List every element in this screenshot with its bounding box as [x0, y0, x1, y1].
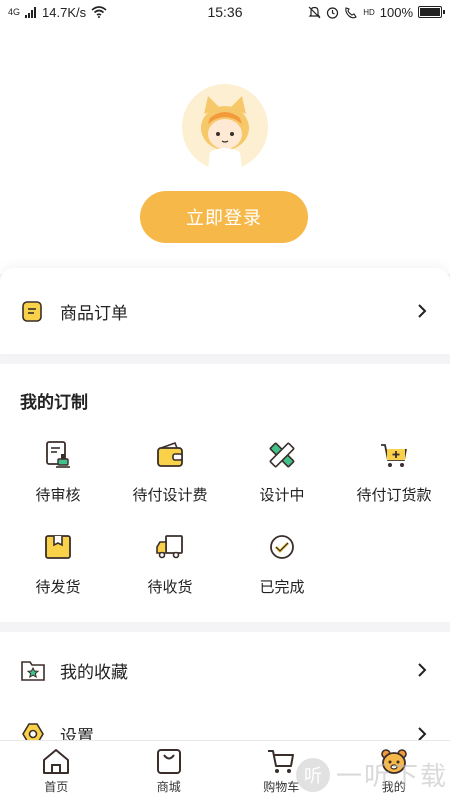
section-title: 我的订制 [20, 393, 88, 412]
design-icon [269, 442, 295, 468]
grid-label: 待付设计费 [132, 487, 208, 504]
grid-label: 待收货 [147, 579, 193, 596]
order-list-icon [20, 298, 46, 324]
grid-label: 待审核 [35, 487, 81, 504]
grid-item-designing[interactable]: 设计中 [226, 440, 338, 505]
my-custom-section: 我的订制 待审核 待付设计费 设计中 待付订货款 待发货 待收货 已完成 [0, 364, 450, 622]
status-right: HD 100% [308, 4, 445, 20]
grid-item-pending-design-fee[interactable]: 待付设计费 [114, 440, 226, 505]
favorites-row[interactable]: 我的收藏 [0, 640, 450, 700]
grid-item-pending-order-payment[interactable]: 待付订货款 [338, 440, 450, 505]
review-icon [46, 441, 70, 468]
watermark: 听 一听下载 [296, 756, 448, 793]
profile-header: 立即登录 [0, 24, 450, 274]
favorites-label: 我的收藏 [60, 662, 128, 682]
status-left: 4G 14.7K/s [8, 5, 107, 20]
fox-avatar-icon [182, 84, 268, 170]
tab-label: 购物车 [263, 779, 300, 794]
alarm-icon [327, 6, 339, 19]
grid-item-pending-receipt[interactable]: 待收货 [114, 532, 226, 597]
hd-call-icon [345, 6, 357, 18]
truck-icon [156, 535, 183, 559]
battery-percent: 100% [379, 4, 413, 20]
grid-label: 待发货 [35, 579, 81, 596]
tab-home[interactable]: 首页 [0, 741, 113, 800]
wallet-icon [157, 441, 183, 467]
grid-label: 已完成 [259, 579, 305, 596]
tab-label: 商城 [156, 779, 181, 794]
grid-item-completed[interactable]: 已完成 [226, 532, 338, 597]
cart-icon [268, 749, 295, 773]
favorites-folder-icon [20, 657, 46, 683]
watermark-logo: 听 [296, 757, 330, 792]
battery-icon [418, 6, 445, 18]
login-button[interactable]: 立即登录 [140, 191, 308, 243]
network-label: 4G [8, 7, 21, 17]
tab-label: 首页 [44, 779, 69, 794]
product-orders-label: 商品订单 [60, 303, 128, 323]
grid-label: 设计中 [259, 487, 305, 504]
grid-item-pending-review[interactable]: 待审核 [2, 440, 114, 505]
cart-plus-icon [381, 444, 407, 467]
chevron-right-icon [418, 304, 427, 318]
watermark-text: 一听下载 [336, 761, 449, 791]
check-circle-icon [270, 535, 294, 559]
grid-item-pending-shipment[interactable]: 待发货 [2, 532, 114, 597]
hd-label: HD [363, 7, 375, 17]
box-icon [45, 535, 71, 559]
tab-shop[interactable]: 商城 [113, 741, 226, 800]
avatar[interactable] [182, 84, 268, 170]
grid-label: 待付订货款 [356, 487, 432, 504]
status-bar: 4G 14.7K/s 15:36 HD 100% [0, 0, 450, 24]
network-speed: 14.7K/s [42, 4, 87, 20]
mute-icon [308, 6, 321, 18]
home-icon [43, 748, 70, 774]
menu-list: 我的收藏 设置 [0, 632, 450, 746]
shop-bag-icon [156, 748, 181, 774]
product-orders-row[interactable]: 商品订单 [0, 268, 450, 354]
signal-icon [25, 6, 37, 18]
chevron-right-icon [418, 663, 427, 677]
wifi-icon [91, 6, 107, 18]
